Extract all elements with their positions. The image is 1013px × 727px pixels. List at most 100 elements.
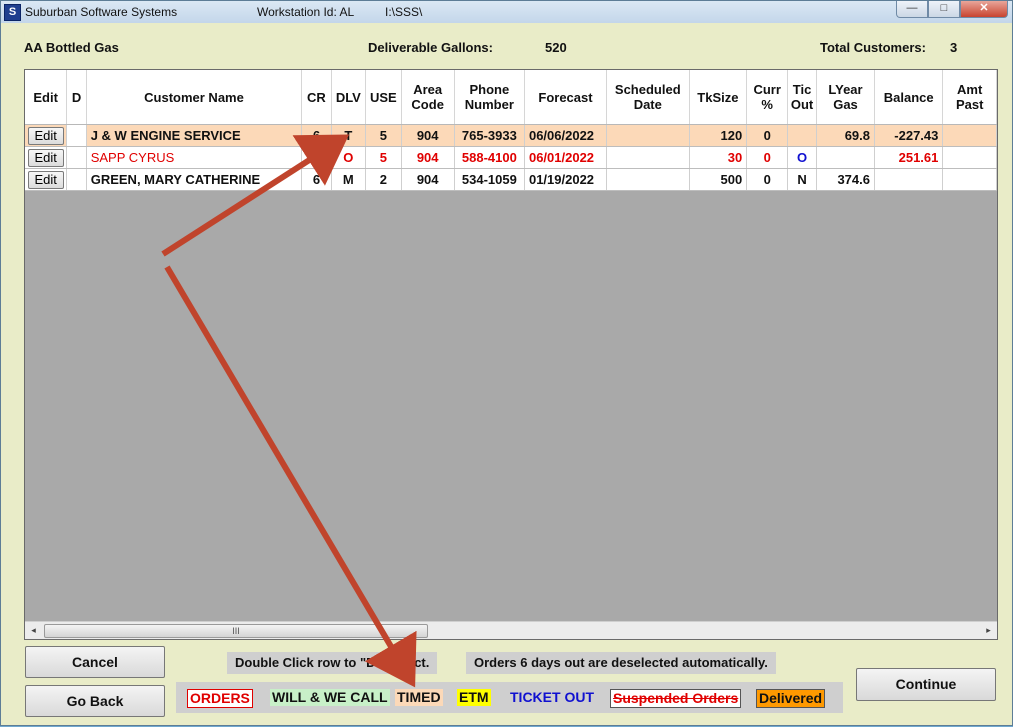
col-forecast[interactable]: Forecast — [524, 70, 608, 125]
cell-use: 2 — [365, 168, 402, 191]
edit-cell: Edit — [25, 146, 68, 169]
cell-forecast: 01/19/2022 — [524, 168, 608, 191]
cell-d — [66, 146, 87, 169]
cell-tic — [787, 124, 817, 147]
edit-button[interactable]: Edit — [27, 126, 64, 145]
cell-dlv: O — [331, 146, 367, 169]
app-title: Suburban Software Systems — [25, 5, 178, 19]
cell-name: SAPP CYRUS — [86, 146, 303, 169]
col-edit[interactable]: Edit — [25, 70, 68, 125]
customer-grid[interactable]: Edit D Customer Name CR DLV USE Area Cod… — [24, 69, 998, 640]
cell-phone: 534-1059 — [454, 168, 525, 191]
main-window: S Suburban Software Systems Workstation … — [0, 0, 1013, 726]
total-customers-label: Total Customers: — [820, 40, 926, 55]
cell-area: 904 — [401, 168, 455, 191]
cell-curr: 0 — [746, 168, 789, 191]
cell-balance: 251.61 — [874, 146, 944, 169]
deliverable-gallons-value: 520 — [545, 40, 567, 55]
company-name: AA Bottled Gas — [24, 40, 119, 55]
auto-deselect-note: Orders 6 days out are deselected automat… — [466, 652, 776, 674]
cell-d — [66, 168, 87, 191]
scroll-left-icon[interactable]: ◂ — [25, 622, 42, 639]
continue-button[interactable]: Continue — [856, 668, 996, 701]
col-curr-pct[interactable]: Curr % — [746, 70, 789, 125]
col-scheduled-date[interactable]: Scheduled Date — [606, 70, 690, 125]
cell-tksize: 500 — [689, 168, 748, 191]
cell-curr: 0 — [746, 146, 789, 169]
status-legend: ORDERS WILL & WE CALL TIMED ETM TICKET O… — [176, 682, 843, 713]
minimize-icon[interactable]: — — [896, 1, 928, 18]
col-customer-name[interactable]: Customer Name — [86, 70, 303, 125]
col-cr[interactable]: CR — [301, 70, 332, 125]
col-lyear-gas[interactable]: LYear Gas — [816, 70, 876, 125]
cell-cr: 6 — [301, 124, 332, 147]
cancel-button[interactable]: Cancel — [25, 646, 165, 678]
data-path: I:\SSS\ — [385, 5, 423, 19]
cell-dlv: T — [331, 124, 367, 147]
sss-logo-icon[interactable]: S — [4, 4, 21, 21]
workstation-id: Workstation Id: AL — [257, 5, 355, 19]
scrollbar-thumb[interactable]: III — [44, 624, 428, 638]
col-tksize[interactable]: TkSize — [689, 70, 748, 125]
cell-lyear — [816, 146, 876, 169]
col-tic-out[interactable]: Tic Out — [787, 70, 817, 125]
legend-orders: ORDERS — [187, 689, 253, 708]
cell-lyear: 69.8 — [816, 124, 876, 147]
edit-cell: Edit — [25, 124, 68, 147]
cell-tksize: 120 — [689, 124, 748, 147]
legend-ticket-out: TICKET OUT — [510, 689, 594, 705]
cell-phone: 588-4100 — [454, 146, 525, 169]
cell-name: J & W ENGINE SERVICE — [86, 124, 303, 147]
deliverable-gallons-label: Deliverable Gallons: — [368, 40, 493, 55]
cell-curr: 0 — [746, 124, 789, 147]
edit-cell: Edit — [25, 168, 68, 191]
cell-tic: N — [787, 168, 817, 191]
cell-use: 5 — [365, 124, 402, 147]
edit-button[interactable]: Edit — [27, 170, 64, 189]
cell-cr: 6 — [301, 168, 332, 191]
total-customers-value: 3 — [950, 40, 958, 55]
col-d[interactable]: D — [66, 70, 87, 125]
cell-area: 904 — [401, 146, 455, 169]
cell-lyear: 374.6 — [816, 168, 876, 191]
cell-amt — [942, 124, 997, 147]
cell-amt — [942, 146, 997, 169]
maximize-icon[interactable]: □ — [928, 1, 960, 18]
cell-tksize: 30 — [689, 146, 748, 169]
horizontal-scrollbar[interactable]: ◂ III ▸ — [25, 621, 997, 639]
legend-suspended-orders: Suspended Orders — [610, 689, 742, 708]
col-dlv[interactable]: DLV — [331, 70, 367, 125]
col-amt-past[interactable]: Amt Past — [942, 70, 997, 125]
cell-forecast: 06/01/2022 — [524, 146, 608, 169]
table-row[interactable]: Edit SAPP CYRUS 6 O 5 904 588-4100 06/01… — [25, 146, 997, 169]
cell-scheduled — [606, 146, 690, 169]
go-back-button[interactable]: Go Back — [25, 685, 165, 717]
cell-scheduled — [606, 124, 690, 147]
deselect-hint: Double Click row to "D"eselect. — [227, 652, 438, 674]
col-phone-number[interactable]: Phone Number — [454, 70, 525, 125]
cell-phone: 765-3933 — [454, 124, 525, 147]
title-bar[interactable]: S Suburban Software Systems Workstation … — [1, 1, 1012, 23]
legend-will-call: WILL & WE CALL — [270, 689, 390, 706]
cell-forecast: 06/06/2022 — [524, 124, 608, 147]
cell-tic: O — [787, 146, 817, 169]
cell-balance: -227.43 — [874, 124, 944, 147]
cell-name: GREEN, MARY CATHERINE — [86, 168, 303, 191]
cell-scheduled — [606, 168, 690, 191]
cell-d — [66, 124, 87, 147]
table-row[interactable]: Edit GREEN, MARY CATHERINE 6 M 2 904 534… — [25, 168, 997, 191]
col-use[interactable]: USE — [365, 70, 402, 125]
cell-amt — [942, 168, 997, 191]
col-area-code[interactable]: Area Code — [401, 70, 455, 125]
table-row[interactable]: Edit J & W ENGINE SERVICE 6 T 5 904 765-… — [25, 124, 997, 147]
legend-etm: ETM — [457, 689, 491, 706]
cell-dlv: M — [331, 168, 367, 191]
legend-delivered: Delivered — [756, 689, 826, 708]
scroll-right-icon[interactable]: ▸ — [980, 622, 997, 639]
edit-button[interactable]: Edit — [27, 148, 64, 167]
col-balance[interactable]: Balance — [874, 70, 944, 125]
cell-balance — [874, 168, 944, 191]
cell-area: 904 — [401, 124, 455, 147]
close-icon[interactable]: ✕ — [960, 1, 1008, 18]
customer-table: Edit D Customer Name CR DLV USE Area Cod… — [25, 70, 997, 191]
